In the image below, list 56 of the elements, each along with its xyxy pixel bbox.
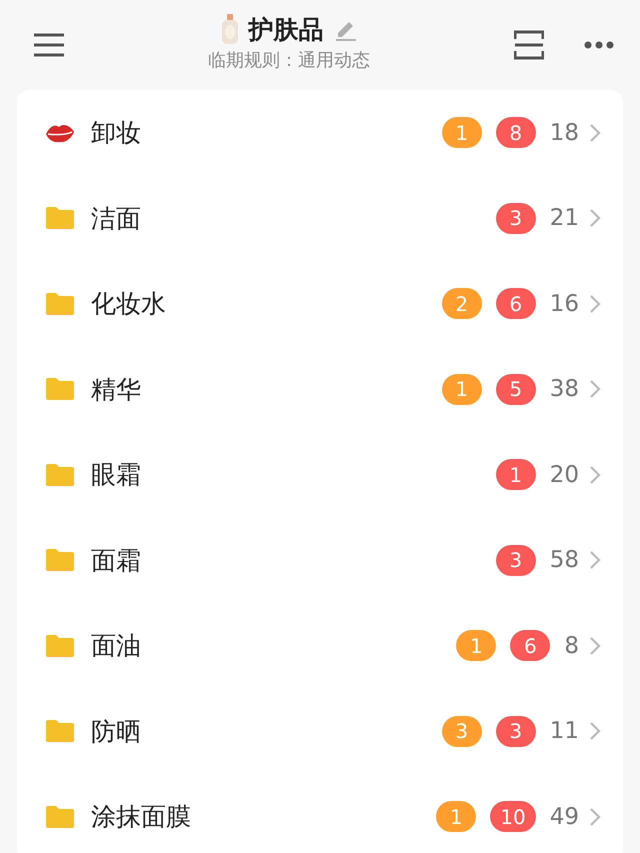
category-name[interactable]: 面霜 [91,544,482,577]
lotion-bottle-icon [220,14,238,44]
count-badge: 10 [490,801,536,832]
folder-icon [45,548,75,572]
chevron-right-icon[interactable] [589,208,601,228]
item-count: 20 [550,462,579,488]
folder-icon [45,377,75,402]
category-name[interactable]: 眼霜 [91,458,482,492]
category-name[interactable]: 面油 [91,629,442,662]
chevron-right-icon[interactable] [589,464,601,485]
count-badge: 6 [510,630,550,662]
item-count: 38 [550,376,579,402]
chevron-right-icon[interactable] [589,636,601,656]
category-name[interactable]: 防晒 [91,714,428,748]
item-count: 58 [550,547,579,574]
count-badge: 8 [496,117,536,148]
folder-icon [45,719,75,744]
chevron-right-icon[interactable] [589,721,601,742]
item-count: 16 [550,290,579,317]
count-badge: 1 [442,374,482,405]
chevron-right-icon[interactable] [589,379,601,400]
count-badge: 3 [496,716,536,747]
folder-icon [45,462,75,487]
folder-icon [45,292,75,316]
folder-icon [45,206,75,230]
folder-icon [45,804,75,829]
item-count: 21 [550,205,579,232]
chevron-right-icon[interactable] [589,294,601,314]
count-badge: 1 [496,459,536,490]
count-badge: 3 [442,716,482,747]
category-name[interactable]: 卸妆 [91,116,428,150]
item-count: 8 [564,632,579,659]
category-name[interactable]: 洁面 [91,202,482,235]
chevron-right-icon[interactable] [589,550,601,570]
item-count: 11 [550,718,579,744]
count-badge: 1 [456,630,496,662]
folder-icon [45,634,75,658]
more-icon[interactable] [584,41,614,49]
count-badge: 5 [496,374,536,405]
menu-icon[interactable] [34,33,64,57]
count-badge: 3 [496,202,536,234]
page-title: 护肤品 [248,14,324,46]
chevron-right-icon[interactable] [589,122,601,143]
count-badge: 3 [496,544,536,576]
category-name[interactable]: 精华 [91,372,428,406]
item-count: 18 [550,120,579,146]
count-badge: 2 [442,288,482,320]
scan-icon[interactable] [514,30,544,60]
page-subtitle: 临期规则：通用动态 [208,48,370,72]
count-badge: 1 [442,117,482,148]
category-name[interactable]: 涂抹面膜 [91,800,422,834]
count-badge: 6 [496,288,536,320]
count-badge: 1 [436,801,476,832]
category-name[interactable]: 化妆水 [91,287,428,320]
item-count: 49 [550,804,579,830]
chevron-right-icon[interactable] [589,806,601,827]
